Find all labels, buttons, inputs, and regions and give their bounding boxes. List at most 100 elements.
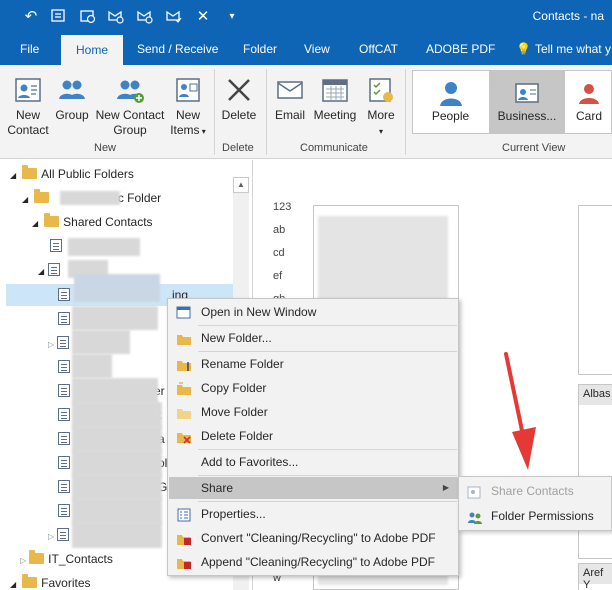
redacted-text <box>60 191 120 205</box>
menu-label: Folder Permissions <box>491 509 594 523</box>
contact-folder-icon <box>57 336 70 349</box>
menu-move-folder[interactable]: Move Folder <box>169 401 458 423</box>
new-items-button[interactable]: New Items ▾ <box>168 65 208 139</box>
tree-item-contact-folder[interactable]: ◢ <box>38 259 64 281</box>
expanded-arrow-icon: ◢ <box>32 219 39 228</box>
current-view-gallery: People Business... Card <box>412 70 612 134</box>
redacted-text <box>72 378 158 404</box>
send-receive-icon[interactable] <box>107 8 125 26</box>
tell-me-search[interactable]: 💡 Tell me what y <box>516 33 611 65</box>
menu-add-to-favorites[interactable]: Add to Favorites... <box>169 451 458 473</box>
menu-label: Copy Folder <box>201 381 267 395</box>
chevron-down-icon: ▾ <box>378 127 383 136</box>
send-receive-group-icon[interactable] <box>136 8 154 26</box>
ribbon-separator <box>214 69 215 155</box>
menu-rename-folder[interactable]: Rename Folder <box>169 353 458 375</box>
contact-folder-icon <box>57 528 70 541</box>
view-card[interactable]: Card <box>566 71 612 133</box>
tree-item-public-folder[interactable]: ◢ ic Folder <box>22 187 161 209</box>
tree-item-shared-contacts[interactable]: ◢ Shared Contacts <box>32 211 153 233</box>
tab-file[interactable]: File <box>20 33 39 65</box>
redacted-text <box>72 498 162 524</box>
tree-item-it-contacts[interactable]: ▷ IT_Contacts <box>20 548 113 570</box>
menu-delete-folder[interactable]: Delete Folder <box>169 425 458 447</box>
delete-label: Delete <box>221 108 257 122</box>
email-button[interactable]: Email <box>270 65 310 123</box>
more-label: More <box>367 108 395 122</box>
menu-folder-permissions[interactable]: Folder Permissions <box>460 504 612 528</box>
alpha-index-item[interactable]: ab <box>273 224 285 236</box>
customize-qat-icon[interactable]: ▾ <box>223 8 241 26</box>
new-contact-group-button[interactable]: New Contact Group <box>92 65 168 138</box>
collapsed-arrow-icon: ▷ <box>48 532 55 541</box>
ribbon: New Contact Group New Contact Group New … <box>0 65 612 159</box>
contact-folder-icon <box>58 288 70 301</box>
new-contact-button[interactable]: New Contact <box>4 65 52 138</box>
tab-folder[interactable]: Folder <box>243 33 277 65</box>
menu-label: Rename Folder <box>201 357 284 371</box>
tree-item-contact-folder[interactable] <box>50 235 66 257</box>
alpha-index-item[interactable]: ef <box>273 270 282 282</box>
menu-share-contacts[interactable]: Share Contacts <box>460 479 612 503</box>
menu-append-to-pdf[interactable]: Append "Cleaning/Recycling" to Adobe PDF <box>169 551 458 573</box>
delete-folder-icon <box>176 429 192 444</box>
view-business-card[interactable]: Business... <box>489 71 565 133</box>
tree-item-favorites[interactable]: ◢ Favorites <box>10 572 91 590</box>
alpha-index-item[interactable]: cd <box>273 247 285 259</box>
menu-label: Append "Cleaning/Recycling" to Adobe PDF <box>201 555 435 569</box>
tree-item-contact-folder[interactable]: ▷ <box>48 332 73 354</box>
business-card[interactable]: Albas <box>578 384 612 559</box>
menu-separator <box>198 325 457 326</box>
new-contact-group-label-1: New Contact <box>95 108 165 122</box>
new-group-button[interactable]: Group <box>53 65 91 123</box>
menu-properties[interactable]: Properties... <box>169 503 458 525</box>
person-icon <box>438 80 464 106</box>
redacted-text <box>72 450 162 476</box>
redacted-text <box>72 354 112 378</box>
undo-icon[interactable]: ↶ <box>22 8 40 26</box>
group-icon <box>57 75 87 105</box>
menu-label: Add to Favorites... <box>201 455 299 469</box>
tab-send-receive[interactable]: Send / Receive <box>137 33 218 65</box>
tab-home[interactable]: Home <box>61 35 123 65</box>
new-folder-icon <box>176 331 192 345</box>
new-items-label-2: Items <box>170 123 200 137</box>
update-folder-icon[interactable] <box>79 8 97 26</box>
send-icon[interactable] <box>165 8 183 26</box>
tree-item-contact-folder[interactable]: ▷ <box>48 524 73 546</box>
business-card[interactable]: Aref Y <box>578 563 612 590</box>
lightbulb-icon: 💡 <box>516 42 531 56</box>
view-people[interactable]: People <box>413 71 488 133</box>
scroll-up-icon[interactable]: ▲ <box>233 177 249 193</box>
expanded-arrow-icon: ◢ <box>10 580 17 589</box>
alpha-index-item[interactable]: 123 <box>273 201 291 213</box>
ribbon-separator <box>266 69 267 155</box>
menu-copy-folder[interactable]: Copy Folder <box>169 377 458 399</box>
send-receive-all-icon[interactable] <box>50 8 68 26</box>
meeting-button[interactable]: Meeting <box>310 65 360 123</box>
business-card-icon <box>514 80 540 106</box>
menu-convert-to-pdf[interactable]: Convert "Cleaning/Recycling" to Adobe PD… <box>169 527 458 549</box>
tab-offcat[interactable]: OffCAT <box>359 33 398 65</box>
menu-label: Properties... <box>201 507 266 521</box>
new-contact-label-1: New <box>15 108 40 122</box>
redacted-text <box>72 522 162 548</box>
tab-adobe-pdf[interactable]: ADOBE PDF <box>426 33 495 65</box>
group-label-current-view: Current View <box>502 142 566 154</box>
tree-label-it-contacts: IT_Contacts <box>48 552 113 566</box>
delete-x-icon <box>224 75 254 105</box>
tree-label-all-public: All Public Folders <box>41 167 134 181</box>
card-name-aref: Aref Y <box>579 564 612 590</box>
menu-share[interactable]: Share ▶ <box>169 477 458 499</box>
menu-open-in-new-window[interactable]: Open in New Window <box>169 301 458 323</box>
menu-new-folder[interactable]: New Folder... <box>169 327 458 349</box>
context-menu: Open in New Window New Folder... Rename … <box>167 298 459 576</box>
delete-all-icon[interactable]: ✕ <box>194 8 212 26</box>
tree-label-public-folder: ic Folder <box>115 191 162 205</box>
menu-label: Move Folder <box>201 405 268 419</box>
tab-view[interactable]: View <box>304 33 330 65</box>
business-card[interactable] <box>578 205 612 375</box>
delete-button[interactable]: Delete <box>218 65 260 123</box>
tree-item-all-public-folders[interactable]: ◢ All Public Folders <box>10 163 134 185</box>
more-button[interactable]: More ▾ <box>362 65 400 139</box>
